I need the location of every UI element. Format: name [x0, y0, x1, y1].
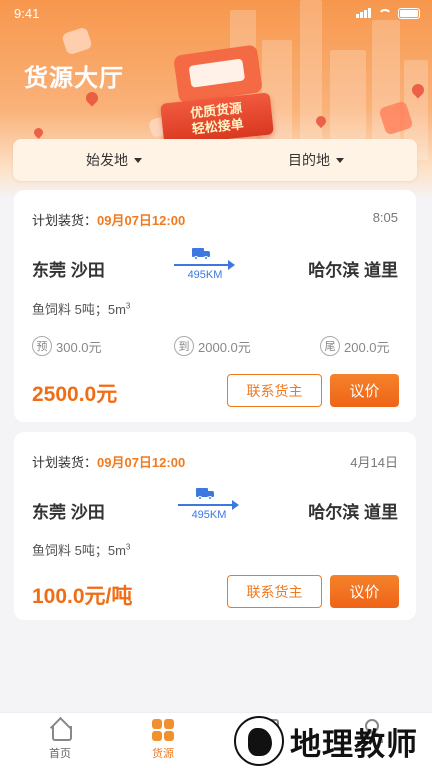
goods-unit-sup: 3 — [125, 301, 131, 311]
arrival-pay-amount: 2000.0元 — [198, 339, 251, 355]
status-bar: 9:41 — [0, 0, 432, 26]
goods-unit-sup: 3 — [125, 542, 131, 552]
watermark-text: 地理教师 — [290, 726, 418, 763]
destination-filter[interactable]: 目的地 — [215, 139, 417, 181]
route-distance: 495KM — [191, 509, 227, 521]
plan-label: 计划装货： — [32, 455, 98, 470]
truck-icon — [196, 488, 214, 500]
chevron-down-icon — [134, 157, 142, 163]
route-distance: 495KM — [187, 269, 223, 281]
plan-label: 计划装货： — [32, 213, 98, 228]
goods-info: 鱼饲料 5吨；5m3 — [32, 540, 130, 559]
destination-city: 哈尔滨 道里 — [308, 503, 398, 522]
posted-date: 4月14日 — [350, 455, 398, 470]
freight-price: 2500.0元 — [32, 383, 118, 406]
plan-time-value: 09月07日12:00 — [97, 455, 186, 470]
watermark: 地理教师 — [234, 716, 428, 766]
prepay-item: 预 300.0元 — [32, 336, 102, 356]
truck-icon — [192, 248, 210, 260]
wifi-icon — [378, 8, 392, 19]
final-pay-amount: 200.0元 — [344, 339, 390, 355]
home-icon — [49, 719, 72, 741]
watermark-logo — [234, 716, 284, 766]
origin-filter-label: 始发地 — [86, 152, 128, 168]
arrival-pay-icon: 到 — [174, 336, 194, 356]
tab-home[interactable]: 首页 — [30, 719, 90, 761]
plan-time: 计划装货：09月07日12:00 — [32, 210, 185, 229]
signal-icon — [356, 6, 372, 21]
tab-cargo-label: 货源 — [152, 748, 174, 760]
plan-time: 计划装货：09月07日12:00 — [32, 452, 185, 471]
contact-shipper-button[interactable]: 联系货主 — [227, 374, 322, 407]
status-time: 9:41 — [14, 6, 40, 21]
origin-city: 东莞 沙田 — [32, 503, 105, 522]
origin-city: 东莞 沙田 — [32, 261, 105, 280]
prepay-icon: 预 — [32, 336, 52, 356]
filter-bar: 始发地 目的地 — [13, 139, 417, 181]
tab-home-label: 首页 — [49, 748, 71, 760]
origin-filter[interactable]: 始发地 — [13, 139, 215, 181]
cargo-card[interactable]: 计划装货：09月07日12:00 8:05 东莞 沙田 495KM 哈尔滨 道里… — [14, 190, 416, 422]
prepay-amount: 300.0元 — [56, 339, 102, 355]
posted-time: 8:05 — [372, 210, 398, 225]
final-pay-item: 尾 200.0元 — [320, 336, 390, 356]
page-title: 货源大厅 — [24, 65, 124, 92]
goods-text: 鱼饲料 5吨；5m — [32, 543, 126, 558]
route-indicator: 495KM — [178, 488, 240, 522]
negotiate-button[interactable]: 议价 — [330, 575, 399, 608]
chevron-down-icon — [336, 157, 344, 163]
destination-city: 哈尔滨 道里 — [308, 261, 398, 280]
final-pay-icon: 尾 — [320, 336, 340, 356]
goods-text: 鱼饲料 5吨；5m — [32, 302, 126, 317]
cargo-card[interactable]: 计划装货：09月07日12:00 4月14日 东莞 沙田 495KM 哈尔滨 道… — [14, 432, 416, 620]
contact-shipper-button[interactable]: 联系货主 — [227, 575, 322, 608]
plan-time-value: 09月07日12:00 — [97, 213, 186, 228]
arrival-pay-item: 到 2000.0元 — [174, 336, 251, 356]
grid-icon — [152, 719, 174, 741]
tab-cargo[interactable]: 货源 — [133, 719, 193, 761]
destination-filter-label: 目的地 — [288, 152, 330, 168]
goods-info: 鱼饲料 5吨；5m3 — [32, 299, 130, 318]
negotiate-button[interactable]: 议价 — [330, 374, 399, 407]
route-indicator: 495KM — [174, 248, 236, 282]
battery-icon — [398, 8, 420, 19]
freight-price: 100.0元/吨 — [32, 585, 133, 608]
